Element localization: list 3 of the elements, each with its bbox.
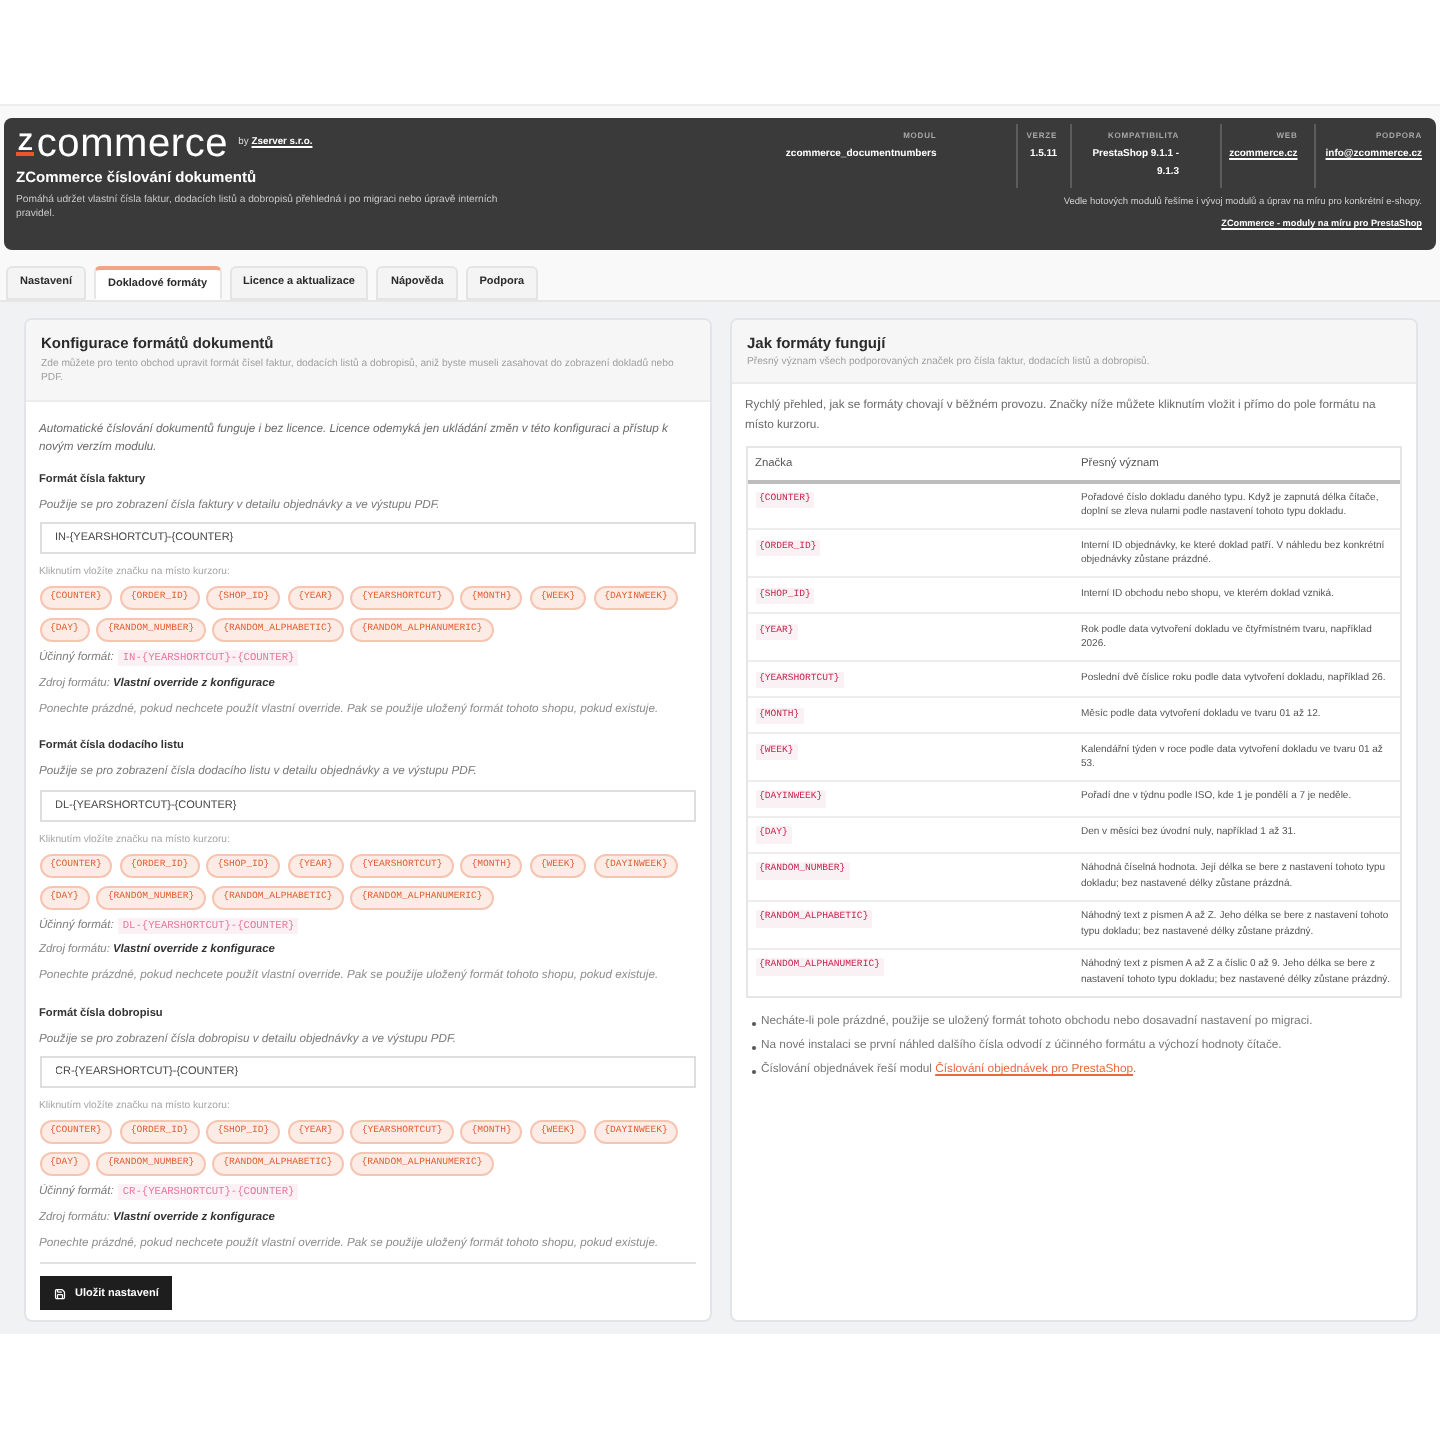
- save-icon: [53, 1287, 65, 1300]
- logo-mark: Z: [16, 131, 35, 155]
- logo-wordmark: commerce: [36, 131, 229, 155]
